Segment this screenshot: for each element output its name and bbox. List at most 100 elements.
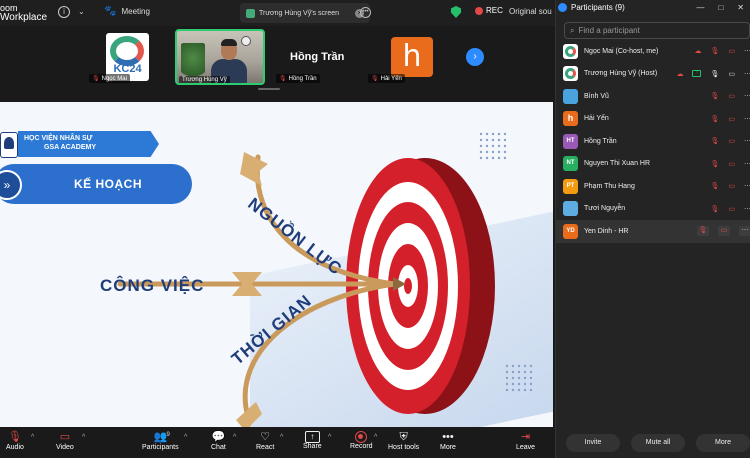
video-tile-hong-tran[interactable]: Hồng Trần 🎙 Hồng Trần <box>268 29 358 85</box>
tile-name-tag: 🎙 Ngọc Mai <box>89 74 130 83</box>
chat-label: Chat <box>211 444 226 451</box>
strip-resize-handle[interactable] <box>258 88 280 90</box>
participant-row[interactable]: h Hải Yến 🎙 ▭ ⋯ <box>556 108 750 131</box>
mic-off-icon[interactable]: 🎙 <box>710 160 719 168</box>
participants-count: 9 <box>166 432 170 438</box>
participant-name: Nguyen Thi Xuan HR <box>584 160 651 168</box>
more-icon[interactable]: ⋯ <box>744 92 750 100</box>
original-sound-toggle[interactable]: Original sou <box>509 7 552 16</box>
mic-off-icon[interactable]: 🎙 <box>710 47 719 55</box>
mic-off-icon[interactable]: 🎙 <box>697 226 709 237</box>
zoom-workplace-logo: oom Workplace <box>0 3 47 23</box>
more-icon[interactable]: ⋯ <box>744 137 750 145</box>
chevron-up-icon[interactable]: ^ <box>374 434 377 441</box>
audio-button[interactable]: 🎙 Audio <box>6 430 24 451</box>
video-off-icon[interactable]: ▭ <box>728 160 735 168</box>
chevron-up-icon[interactable]: ^ <box>82 434 85 441</box>
mic-icon[interactable]: 🎙 <box>710 70 719 78</box>
participant-row[interactable]: Trương Hùng Vỹ (Host) ☁ ↑ 🎙 ▭ ⋯ <box>556 63 750 86</box>
avatar <box>563 43 578 59</box>
view-options-icon[interactable]: ••• <box>360 7 371 18</box>
video-off-icon[interactable]: ▭ <box>728 47 735 55</box>
more-icon: ••• <box>442 431 454 443</box>
leave-button[interactable]: ⇥ Leave <box>516 430 535 451</box>
shield-icon: ⛨ <box>399 431 408 443</box>
record-dot-icon <box>475 6 483 15</box>
video-tile-ngoc-mai[interactable]: KC24 🎙 Ngọc Mai <box>85 29 175 85</box>
chevron-up-icon[interactable]: ^ <box>184 434 187 441</box>
video-off-icon[interactable]: ▭ <box>728 92 735 100</box>
share-button[interactable]: ↑ Share <box>303 430 322 450</box>
video-thumbnail-strip: KC24 🎙 Ngọc Mai Trương Hùng Vỹ Hồng Trần… <box>0 26 555 102</box>
record-button[interactable]: Record <box>350 430 373 450</box>
participant-row[interactable]: Bình Vũ 🎙 ▭ ⋯ <box>556 85 750 108</box>
more-icon[interactable]: ⋯ <box>744 182 750 190</box>
chevron-up-icon[interactable]: ^ <box>328 434 331 441</box>
video-icon[interactable]: ▭ <box>728 70 735 78</box>
gsa-academy-logo <box>0 132 18 158</box>
heart-icon: ♡ <box>260 431 271 443</box>
shield-icon[interactable] <box>451 6 461 18</box>
more-icon[interactable]: ⋯ <box>744 47 750 55</box>
minimize-icon[interactable]: — <box>696 3 704 12</box>
video-label: Video <box>56 444 74 451</box>
close-icon[interactable]: ✕ <box>737 3 744 12</box>
video-off-icon[interactable]: ▭ <box>728 137 735 145</box>
video-off-icon[interactable]: ▭ <box>728 205 735 213</box>
invite-button[interactable]: Invite <box>566 434 620 452</box>
zoom-app-icon <box>558 3 567 12</box>
mic-off-icon[interactable]: 🎙 <box>710 92 719 100</box>
more-button[interactable]: ••• More <box>440 430 456 451</box>
react-button[interactable]: ♡ React <box>256 430 274 451</box>
mic-off-icon[interactable]: 🎙 <box>710 205 719 213</box>
video-off-icon[interactable]: ▭ <box>728 182 735 190</box>
more-icon[interactable]: ⋯ <box>744 205 750 213</box>
meeting-menu[interactable]: 🐾 Meeting <box>104 6 150 17</box>
mic-off-icon[interactable]: 🎙 <box>710 137 719 145</box>
more-options-button[interactable]: More <box>696 434 750 452</box>
chat-button[interactable]: 💬 Chat <box>211 430 226 451</box>
maximize-icon[interactable]: □ <box>718 3 723 12</box>
mic-off-icon: 🎙 <box>371 76 379 82</box>
video-off-icon[interactable]: ▭ <box>728 115 735 123</box>
meeting-controls: 🎙 Audio ^ ▭ Video ^ 👥 9 Participants ^ 💬 … <box>0 427 555 458</box>
video-tile-truong-hung-vy[interactable]: Trương Hùng Vỹ <box>175 29 265 85</box>
participant-row[interactable]: NT Nguyen Thi Xuan HR 🎙 ▭ ⋯ <box>556 153 750 176</box>
zoom-window: oom Workplace i ⌄ 🐾 Meeting Trương Hùng … <box>0 0 750 458</box>
chevron-down-icon[interactable]: ⌄ <box>78 7 85 16</box>
chevron-up-icon[interactable]: ^ <box>280 434 283 441</box>
host-tools-button[interactable]: ⛨ Host tools <box>388 430 419 451</box>
video-off-icon[interactable]: ▭ <box>718 226 730 237</box>
participant-row[interactable]: PT Phạm Thu Hang 🎙 ▭ ⋯ <box>556 175 750 198</box>
screen-share-icon <box>246 8 255 18</box>
next-page-button[interactable]: › <box>466 48 484 66</box>
more-icon[interactable]: ⋯ <box>739 226 750 237</box>
avatar: HT <box>563 133 578 149</box>
mute-all-button[interactable]: Mute all <box>631 434 685 452</box>
participant-row[interactable]: YD Yen Dinh - HR 🎙 ▭ ⋯ <box>556 220 750 243</box>
mic-off-icon[interactable]: 🎙 <box>710 182 719 190</box>
chevron-up-icon[interactable]: ^ <box>233 434 236 441</box>
tile-name-tag: Trương Hùng Vỹ <box>179 76 230 83</box>
more-icon[interactable]: ⋯ <box>744 115 750 123</box>
video-button[interactable]: ▭ Video <box>56 430 74 451</box>
video-tile-hai-yen[interactable]: h 🎙 Hải Yến <box>368 29 458 85</box>
participants-button[interactable]: 👥 9 Participants <box>142 430 179 451</box>
participant-row[interactable]: Ngọc Mai (Co-host, me) ☁ 🎙 ▭ ⋯ <box>556 40 750 63</box>
screen-share-tab[interactable]: Trương Hùng Vỹ's screen × <box>240 3 370 23</box>
participant-row[interactable]: HT Hồng Trần 🎙 ▭ ⋯ <box>556 130 750 153</box>
recording-indicator[interactable]: REC <box>475 6 503 15</box>
participant-name: Ngọc Mai (Co-host, me) <box>584 47 659 55</box>
cloud-record-icon: ☁ <box>694 48 702 56</box>
mic-off-icon[interactable]: 🎙 <box>710 115 719 123</box>
participants-panel: Participants (9) — □ ✕ ⌕ Find a particip… <box>555 0 750 458</box>
more-icon[interactable]: ⋯ <box>744 70 750 78</box>
search-input[interactable]: ⌕ Find a participant <box>564 22 750 39</box>
share-screen-icon: ↑ <box>304 431 320 443</box>
rec-label: REC <box>486 6 503 15</box>
chevron-up-icon[interactable]: ^ <box>31 434 34 441</box>
participant-row[interactable]: Tươi Nguyễn 🎙 ▭ ⋯ <box>556 198 750 221</box>
meeting-info-icon[interactable]: i <box>58 6 70 18</box>
avatar: PT <box>563 178 578 194</box>
more-icon[interactable]: ⋯ <box>744 160 750 168</box>
